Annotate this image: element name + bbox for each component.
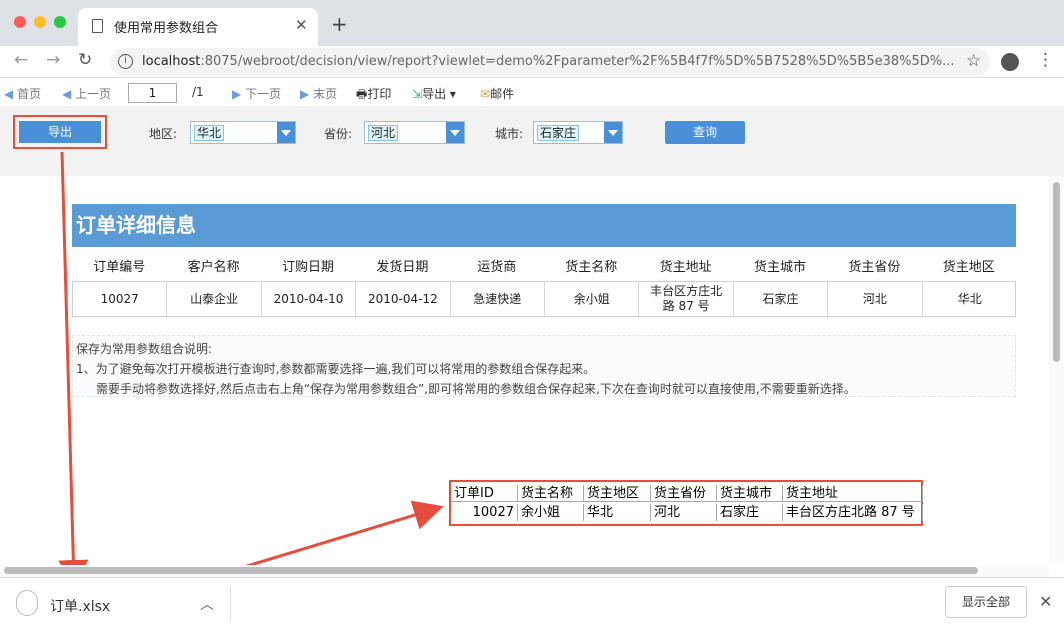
downloads-bar: 订单.xlsx ︿ 显示全部 ✕ [0, 577, 1064, 627]
annotation-arrows [58, 151, 444, 606]
file-icon [16, 590, 38, 616]
horizontal-scroll-thumb[interactable] [4, 567, 978, 574]
chevron-up-icon[interactable]: ︿ [200, 594, 214, 614]
show-all-button[interactable]: 显示全部 [945, 586, 1027, 618]
divider [230, 586, 231, 620]
close-icon[interactable]: ✕ [1039, 592, 1052, 611]
arrow-export-to-file [58, 151, 89, 590]
download-file-name[interactable]: 订单.xlsx [50, 596, 110, 616]
